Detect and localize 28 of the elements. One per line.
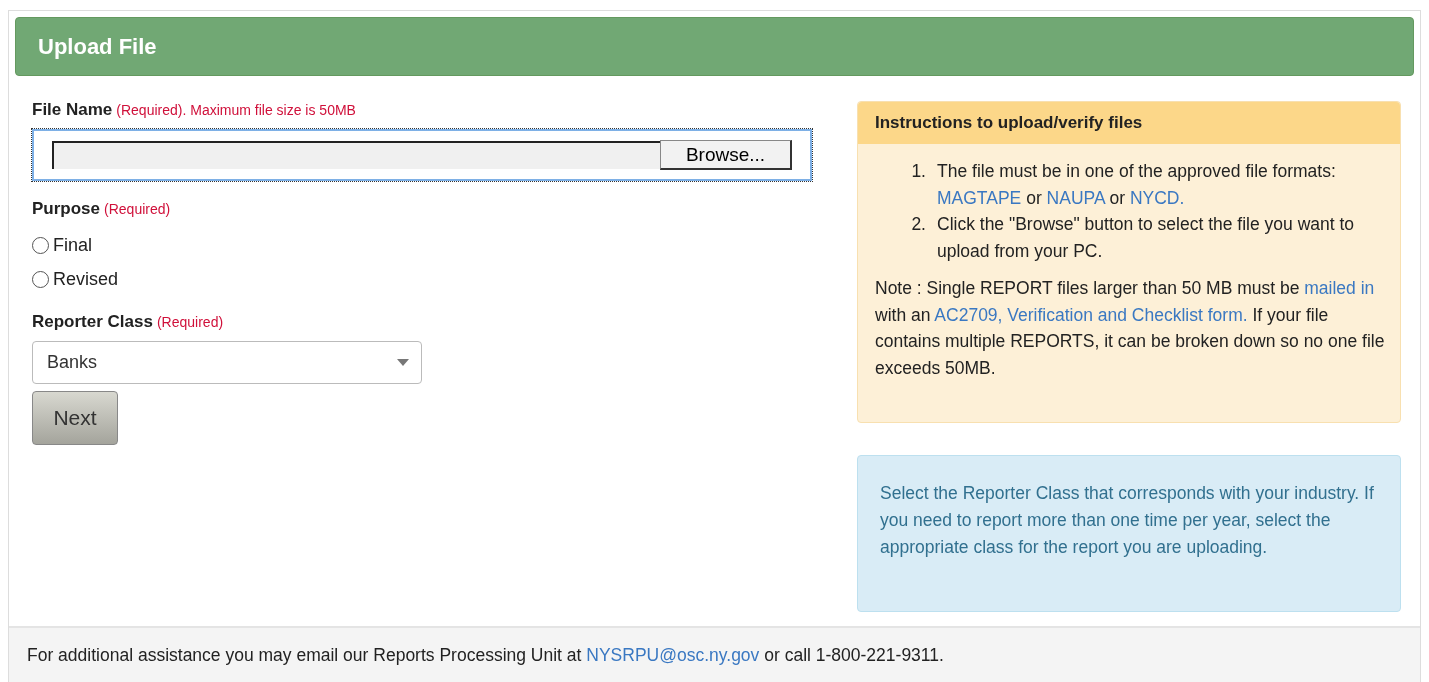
page-title: Upload File: [38, 33, 157, 60]
file-field[interactable]: Browse...: [32, 129, 812, 181]
text-link[interactable]: NAUPA: [1046, 187, 1105, 208]
note-text: Note : Single REPORT files larger than 50 MB must be mailed in with an AC2709, Verification and Checklist form. If your file contains multiple REPORTS, it can be broken down so no one file exceeds 50MB.: [875, 277, 1386, 380]
step-number: 1.: [910, 160, 926, 183]
field-label: Reporter Class: [32, 312, 153, 332]
text-link[interactable]: AC2709, Verification and Checklist form.: [934, 304, 1248, 325]
class-dropdown[interactable]: Banks: [32, 341, 422, 384]
panel-heading: Instructions to upload/verify files: [858, 102, 1400, 144]
required-note: (Required). Maximum file size is 50MB: [116, 102, 356, 118]
text-link[interactable]: mailed in: [1304, 278, 1375, 298]
text-link[interactable]: NYSRPU@osc.ny.gov: [586, 644, 760, 665]
step-text: The file must be in one of the approved file formats: MAGTAPE or NAUPA or NYCD.: [937, 160, 1337, 210]
text-link[interactable]: MAGTAPE: [937, 187, 1022, 208]
footer-text: For additional assistance you may email our Reports Processing Unit at NYSRPU@osc.ny.gov or call 1-800-221-9311.: [27, 644, 944, 666]
required-note: (Required): [156, 314, 224, 330]
browse-button[interactable]: Browse...: [660, 140, 792, 170]
next-button[interactable]: Next: [32, 391, 118, 445]
step-number: 2.: [910, 213, 926, 236]
radio-label: Revised: [53, 268, 119, 290]
text-link[interactable]: NYCD.: [1129, 187, 1185, 208]
required-note: (Required): [104, 201, 171, 217]
info-text: Select the Reporter Class that corresponds with your industry. If you need to report more than one time per year, select the appropriate class for the report you are uploading.: [880, 483, 1374, 557]
radio-label: Final: [53, 234, 92, 256]
caret-icon: [397, 359, 409, 366]
field-label: Purpose: [32, 199, 101, 219]
field-label: File Name: [32, 100, 113, 120]
step-text: Click the "Browse" button to select the file you want to upload from your PC.: [937, 213, 1356, 263]
